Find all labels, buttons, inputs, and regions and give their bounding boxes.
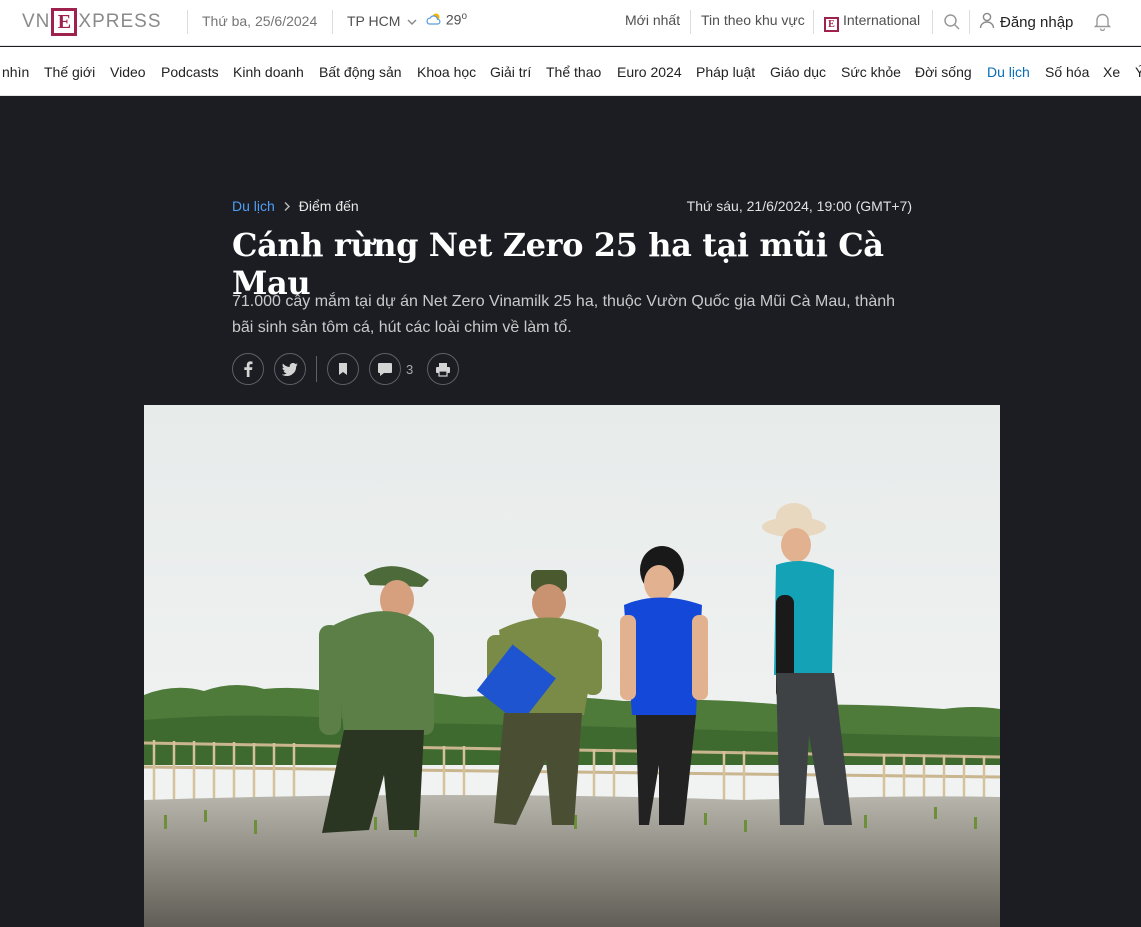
nav-item-du-lich[interactable]: Du lịch bbox=[987, 64, 1030, 80]
bookmark-icon[interactable] bbox=[327, 353, 359, 385]
search-icon[interactable] bbox=[943, 13, 961, 36]
current-date: Thứ ba, 25/6/2024 bbox=[202, 13, 318, 29]
print-icon[interactable] bbox=[427, 353, 460, 385]
location-select[interactable]: TP HCM bbox=[347, 13, 417, 29]
breadcrumb: Du lịch Điểm đến bbox=[232, 198, 359, 214]
divider bbox=[187, 10, 188, 34]
e-logo-icon: E bbox=[824, 17, 839, 32]
chevron-right-icon bbox=[284, 201, 290, 211]
chevron-down-icon bbox=[407, 19, 417, 25]
divider bbox=[813, 10, 814, 34]
vnexpress-logo[interactable]: VN E XPRESS bbox=[22, 7, 162, 37]
nav-item-giao-duc[interactable]: Giáo dục bbox=[770, 64, 826, 80]
divider bbox=[690, 10, 691, 34]
category-nav: nhìn Thế giới Video Podcasts Kinh doanh … bbox=[0, 47, 1141, 96]
nav-item-podcasts[interactable]: Podcasts bbox=[161, 64, 219, 80]
user-icon bbox=[979, 12, 995, 29]
nav-item[interactable]: nhìn bbox=[2, 64, 29, 80]
comment-icon[interactable] bbox=[369, 353, 401, 385]
divider bbox=[932, 10, 933, 34]
twitter-icon[interactable] bbox=[274, 353, 306, 385]
breadcrumb-subcategory[interactable]: Điểm đến bbox=[299, 198, 359, 214]
international-link[interactable]: E International bbox=[824, 12, 920, 32]
nav-item-y-kien[interactable]: Ý bbox=[1135, 64, 1141, 80]
nav-item-giai-tri[interactable]: Giải trí bbox=[490, 64, 531, 80]
nav-item-the-thao[interactable]: Thể thao bbox=[546, 64, 601, 80]
comment-count[interactable]: 3 bbox=[406, 362, 413, 377]
regional-news-link[interactable]: Tin theo khu vực bbox=[701, 12, 805, 28]
nav-item-doi-song[interactable]: Đời sống bbox=[915, 64, 972, 80]
login-button[interactable]: Đăng nhập bbox=[979, 12, 1073, 31]
top-header: VN E XPRESS Thứ ba, 25/6/2024 TP HCM 29o M… bbox=[0, 0, 1141, 46]
publish-date: Thứ sáu, 21/6/2024, 19:00 (GMT+7) bbox=[686, 198, 912, 214]
nav-item-xe[interactable]: Xe bbox=[1103, 64, 1120, 80]
nav-item-phap-luat[interactable]: Pháp luật bbox=[696, 64, 755, 80]
divider bbox=[969, 10, 970, 34]
nav-item-khoa-hoc[interactable]: Khoa học bbox=[417, 64, 476, 80]
nav-item-kinh-doanh[interactable]: Kinh doanh bbox=[233, 64, 304, 80]
cloud-sun-icon bbox=[426, 13, 441, 25]
breadcrumb-category[interactable]: Du lịch bbox=[232, 198, 275, 214]
latest-news-link[interactable]: Mới nhất bbox=[625, 12, 680, 28]
nav-item-suc-khoe[interactable]: Sức khỏe bbox=[841, 64, 901, 80]
bell-icon[interactable] bbox=[1093, 12, 1112, 36]
divider bbox=[332, 10, 333, 34]
nav-item-euro-2024[interactable]: Euro 2024 bbox=[617, 64, 682, 80]
facebook-icon[interactable] bbox=[232, 353, 264, 385]
mangrove-field-illustration bbox=[144, 405, 1000, 927]
nav-item-so-hoa[interactable]: Số hóa bbox=[1045, 64, 1089, 80]
divider bbox=[316, 356, 317, 382]
nav-item-bat-dong-san[interactable]: Bất động sản bbox=[319, 64, 402, 80]
article-hero-photo[interactable] bbox=[144, 405, 1000, 927]
share-toolbar: 3 bbox=[232, 353, 460, 385]
article-lead: 71.000 cây mắm tại dự án Net Zero Vinami… bbox=[232, 293, 896, 336]
nav-item-video[interactable]: Video bbox=[110, 64, 146, 80]
weather[interactable]: 29o bbox=[426, 11, 467, 28]
nav-item-the-gioi[interactable]: Thế giới bbox=[44, 64, 95, 80]
